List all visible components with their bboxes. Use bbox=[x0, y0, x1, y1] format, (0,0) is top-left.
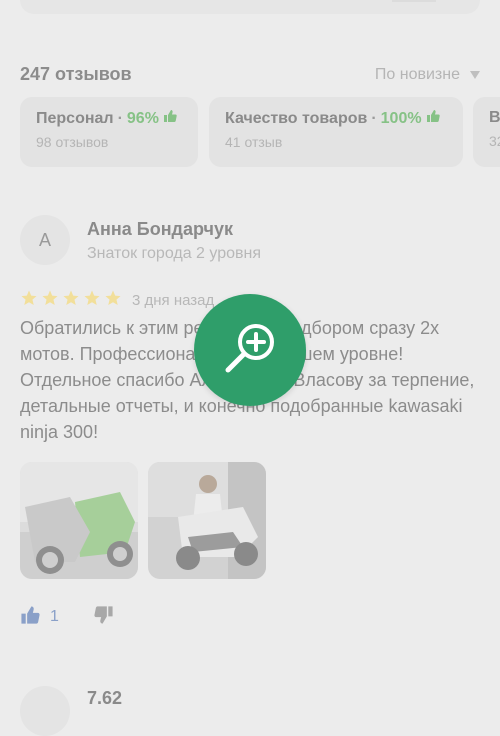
category-card-quality[interactable]: Качество товаров · 100% 41 отзыв bbox=[209, 97, 463, 167]
sort-label: По новизне bbox=[374, 66, 460, 83]
category-count: 41 отзыв bbox=[225, 134, 283, 150]
review-count: 247 отзывов bbox=[20, 64, 132, 84]
author-level: Знаток города 2 уровня bbox=[87, 245, 262, 262]
star-icon bbox=[62, 289, 80, 312]
category-name: Персонал bbox=[36, 109, 114, 127]
category-count: 32 bbox=[489, 133, 500, 149]
avatar[interactable] bbox=[20, 686, 70, 736]
zoom-in-button[interactable] bbox=[194, 294, 306, 406]
chevron-down-icon bbox=[470, 71, 480, 79]
star-icon bbox=[41, 289, 59, 312]
thumb-up-icon bbox=[426, 109, 440, 128]
star-rating: 3 дня назад bbox=[20, 289, 214, 312]
star-icon bbox=[83, 289, 101, 312]
thumb-down-icon bbox=[94, 605, 114, 629]
category-card-partial[interactable]: В 32 bbox=[473, 97, 500, 167]
separator-dot: · bbox=[371, 109, 377, 127]
review-reactions: 1 bbox=[20, 604, 114, 630]
sort-dropdown[interactable]: По новизне bbox=[375, 66, 480, 84]
next-review-card: 7.62 bbox=[20, 680, 480, 736]
review-date: 3 дня назад bbox=[132, 292, 215, 309]
thumb-up-icon bbox=[163, 109, 177, 128]
separator-dot: · bbox=[117, 109, 123, 127]
review-author[interactable]: Анна Бондарчук bbox=[87, 219, 233, 240]
next-review-score: 7.62 bbox=[87, 688, 123, 708]
top-strip-pill bbox=[392, 0, 436, 2]
like-button[interactable]: 1 bbox=[20, 605, 59, 630]
reviews-header: 247 отзывов По новизне bbox=[20, 62, 480, 88]
star-icon bbox=[104, 289, 122, 312]
thumb-up-icon bbox=[20, 605, 40, 630]
category-name: Качество товаров bbox=[225, 109, 368, 127]
avatar[interactable]: А bbox=[20, 215, 70, 265]
like-count: 1 bbox=[50, 608, 59, 625]
review-photo-1[interactable] bbox=[20, 462, 138, 579]
category-name: В bbox=[489, 109, 500, 126]
zoom-in-icon bbox=[218, 316, 282, 385]
category-percent: 100% bbox=[380, 109, 422, 127]
star-icon bbox=[20, 289, 38, 312]
category-count: 98 отзывов bbox=[36, 134, 109, 150]
dislike-button[interactable] bbox=[94, 605, 114, 630]
category-card-staff[interactable]: Персонал · 96% 98 отзывов bbox=[20, 97, 198, 167]
category-percent: 96% bbox=[126, 109, 159, 127]
category-ratings: Персонал · 96% 98 отзывов Качество товар… bbox=[20, 97, 500, 167]
top-strip bbox=[20, 0, 480, 14]
review-photo-2[interactable] bbox=[148, 462, 266, 579]
